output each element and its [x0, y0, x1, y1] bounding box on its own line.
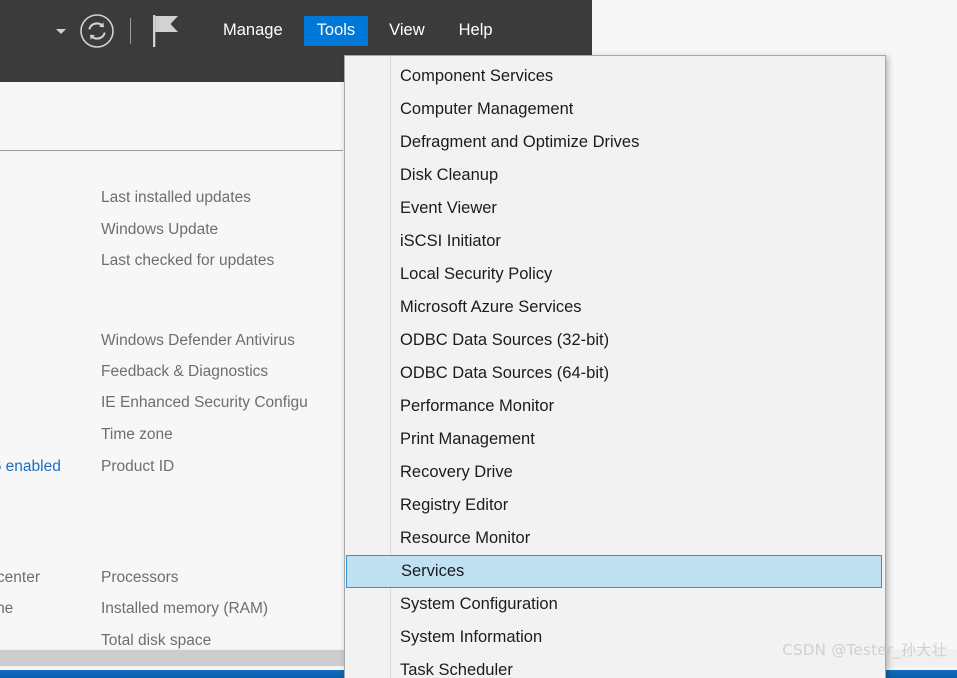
menu-item-label: System Information: [400, 628, 543, 646]
menu-item-label: Local Security Policy: [400, 265, 553, 283]
content-divider-1: [0, 150, 343, 151]
menu-item-label: Computer Management: [400, 100, 574, 118]
menu-item-disk-cleanup[interactable]: Disk Cleanup: [345, 159, 885, 192]
menu-item-print-management[interactable]: Print Management: [345, 423, 885, 456]
server-manager-content: Last installed updates Windows Update La…: [0, 82, 343, 649]
menu-item-label: Event Viewer: [400, 199, 497, 217]
menu-item-label: Defragment and Optimize Drives: [400, 133, 640, 151]
menu-item-label: Services: [401, 562, 465, 580]
menu-item-event-viewer[interactable]: Event Viewer: [345, 192, 885, 225]
menu-item-label: ODBC Data Sources (64-bit): [400, 364, 610, 382]
label-windows-update: Windows Update: [101, 221, 219, 238]
refresh-icon[interactable]: [78, 12, 116, 50]
menu-item-resource-monitor[interactable]: Resource Monitor: [345, 522, 885, 555]
menu-item-label: ODBC Data Sources (32-bit): [400, 331, 610, 349]
chevron-down-icon[interactable]: [56, 28, 66, 34]
label-feedback-diagnostics: Feedback & Diagnostics: [101, 363, 269, 380]
menubar-item-manage[interactable]: Manage: [210, 16, 296, 46]
menu-item-local-security-policy[interactable]: Local Security Policy: [345, 258, 885, 291]
label-last-checked-for-updates: Last checked for updates: [101, 252, 275, 269]
menu-item-label: Print Management: [400, 430, 535, 448]
menu-item-label: Performance Monitor: [400, 397, 555, 415]
value-ipv6-enabled[interactable]: v6 enabled: [0, 459, 61, 475]
menu-item-label: Registry Editor: [400, 496, 509, 514]
menu-item-label: iSCSI Initiator: [400, 232, 501, 250]
menu-bar: Manage Tools View Help: [210, 0, 514, 62]
label-ie-enhanced-security-configuration: IE Enhanced Security Configu: [101, 394, 308, 411]
label-installed-memory: Installed memory (RAM): [101, 600, 269, 617]
menu-item-odbc-data-sources-64-bit[interactable]: ODBC Data Sources (64-bit): [345, 357, 885, 390]
menu-item-iscsi-initiator[interactable]: iSCSI Initiator: [345, 225, 885, 258]
menu-item-system-configuration[interactable]: System Configuration: [345, 588, 885, 621]
menu-item-label: System Configuration: [400, 595, 558, 613]
menu-item-performance-monitor[interactable]: Performance Monitor: [345, 390, 885, 423]
tools-menu-list: Component Services Computer Management D…: [345, 60, 885, 678]
tools-dropdown-menu: Component Services Computer Management D…: [344, 55, 886, 678]
label-product-id: Product ID: [101, 458, 175, 475]
menu-item-registry-editor[interactable]: Registry Editor: [345, 489, 885, 522]
label-last-installed-updates: Last installed updates: [101, 189, 251, 206]
menubar-item-help[interactable]: Help: [446, 16, 506, 46]
menu-item-computer-management[interactable]: Computer Management: [345, 93, 885, 126]
menu-item-services[interactable]: Services: [346, 555, 882, 588]
menu-item-component-services[interactable]: Component Services: [345, 60, 885, 93]
menubar-item-view[interactable]: View: [376, 16, 437, 46]
menu-item-task-scheduler[interactable]: Task Scheduler: [345, 654, 885, 678]
menu-item-label: Resource Monitor: [400, 529, 531, 547]
menu-item-odbc-data-sources-32-bit[interactable]: ODBC Data Sources (32-bit): [345, 324, 885, 357]
value-os-edition: tacenter: [0, 569, 41, 586]
label-processors: Processors: [101, 569, 179, 586]
menu-item-recovery-drive[interactable]: Recovery Drive: [345, 456, 885, 489]
menu-item-system-information[interactable]: System Information: [345, 621, 885, 654]
menu-item-label: Microsoft Azure Services: [400, 298, 582, 316]
value-machine-type: hine: [0, 600, 14, 617]
label-time-zone: Time zone: [101, 426, 173, 443]
flag-icon[interactable]: [150, 13, 182, 49]
label-total-disk-space: Total disk space: [101, 632, 212, 649]
menu-item-label: Recovery Drive: [400, 463, 513, 481]
menu-item-label: Disk Cleanup: [400, 166, 499, 184]
menu-item-defragment-and-optimize-drives[interactable]: Defragment and Optimize Drives: [345, 126, 885, 159]
menu-item-microsoft-azure-services[interactable]: Microsoft Azure Services: [345, 291, 885, 324]
screen: Manage Tools View Help Last installed up…: [0, 0, 957, 678]
menubar-item-tools[interactable]: Tools: [303, 16, 369, 46]
label-windows-defender-antivirus: Windows Defender Antivirus: [101, 332, 295, 349]
menu-item-label: Task Scheduler: [400, 661, 513, 678]
menu-item-label: Component Services: [400, 67, 554, 85]
toolbar-separator: [130, 18, 131, 44]
